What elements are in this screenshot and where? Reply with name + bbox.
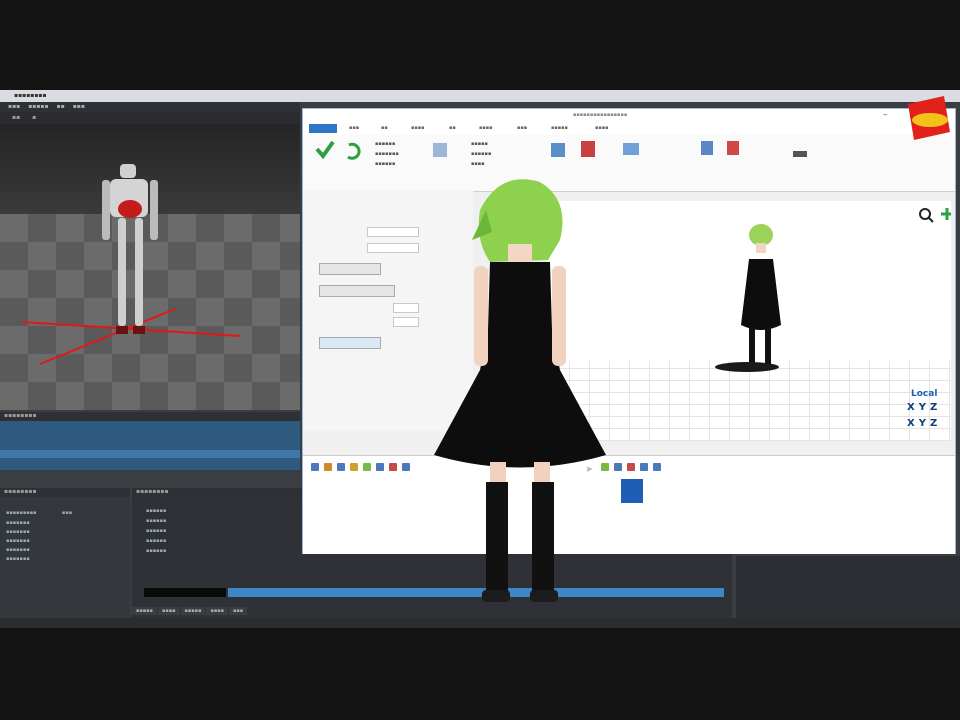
property-field[interactable] <box>367 243 419 253</box>
ribbon-icon[interactable] <box>623 143 639 155</box>
ribbon-icon[interactable] <box>793 151 807 157</box>
axis-gizmo-row-1[interactable]: XYZ <box>907 402 941 413</box>
ribbon-toolbar[interactable]: ▪▪▪▪▪▪ ▪▪▪▪▪▪▪ ▪▪▪▪▪▪ ▪▪▪▪▪ ▪▪▪▪▪▪ ▪▪▪▪ <box>303 135 955 192</box>
list-item[interactable]: ▪▪▪▪▪▪ <box>146 538 166 544</box>
tab-5[interactable]: ▪▪▪▪ <box>479 125 493 131</box>
ribbon-icon[interactable] <box>727 141 739 155</box>
property-field[interactable] <box>393 317 419 327</box>
property-field[interactable] <box>393 303 419 313</box>
refresh-icon[interactable] <box>347 142 361 160</box>
panel-button[interactable] <box>319 337 381 349</box>
robot-model[interactable] <box>102 164 158 334</box>
list-item[interactable]: ▪▪▪▪▪▪ <box>146 508 166 514</box>
tab-file[interactable] <box>309 124 337 133</box>
animation-app-toolbar[interactable]: ▪▪ ▪ <box>0 112 300 124</box>
list-item[interactable]: ▪▪▪▪▪▪ <box>146 518 166 524</box>
bottom-toolbar[interactable]: ▶ <box>311 463 951 475</box>
dock-tabs[interactable]: ▪▪▪▪▪ ▪▪▪▪ ▪▪▪▪▪ ▪▪▪▪ ▪▪▪ <box>132 606 372 616</box>
animation-app-titlebar: ▪▪▪▪▪▪▪▪ <box>0 90 960 102</box>
list-item[interactable]: ▪▪▪▪▪▪ <box>146 528 166 534</box>
timeline-track[interactable] <box>0 450 300 458</box>
foreground-character[interactable] <box>420 170 620 620</box>
check-icon[interactable] <box>315 140 335 160</box>
list-item[interactable]: ▪▪▪▪▪▪▪ <box>6 538 30 544</box>
axis-gizmo-row-2[interactable]: XYZ <box>907 418 941 429</box>
panel-button[interactable] <box>319 285 395 297</box>
tab-7[interactable]: ▪▪▪▪▪ <box>551 125 568 131</box>
viewport-3d[interactable] <box>0 124 300 410</box>
motion-list-panel[interactable]: ▪▪▪▪▪▪▪▪ ▪▪▪▪▪▪▪▪▪ ▪▪▪ ▪▪▪▪▪▪▪ ▪▪▪▪▪▪▪ ▪… <box>0 488 130 618</box>
viewport-character[interactable] <box>715 224 781 372</box>
mmd-titlebar: ▪▪▪▪▪▪▪▪▪▪▪▪▪▪▪▪ – ▢ × <box>303 109 955 123</box>
timeline-header: ▪▪▪▪▪▪▪▪ <box>0 412 300 421</box>
local-mode-label[interactable]: Local <box>911 389 937 399</box>
mmd-title-text: ▪▪▪▪▪▪▪▪▪▪▪▪▪▪▪▪ <box>573 112 628 118</box>
axis-line-x <box>21 321 241 337</box>
tab-3[interactable]: ▪▪▪▪ <box>411 125 425 131</box>
list-item[interactable]: ▪▪▪▪▪▪▪ <box>6 520 30 526</box>
ribbon-icon[interactable] <box>433 143 447 157</box>
ribbon-icon[interactable] <box>581 141 595 157</box>
ribbon-icon[interactable] <box>551 143 565 157</box>
tab-4[interactable]: ▪▪ <box>449 125 456 131</box>
list-item[interactable]: ▪▪▪▪▪▪▪▪▪ ▪▪▪ <box>6 510 72 516</box>
scene-overlay <box>21 164 241 365</box>
mmd-window: ▪▪▪▪▪▪▪▪▪▪▪▪▪▪▪▪ – ▢ × ▪▪▪ ▪▪ ▪▪▪▪ ▪▪ ▪▪… <box>302 108 956 554</box>
app-title-text: ▪▪▪▪▪▪▪▪ <box>14 92 47 99</box>
selected-tool-button[interactable] <box>621 479 643 503</box>
tab-8[interactable]: ▪▪▪▪ <box>595 125 609 131</box>
ribbon-icon[interactable] <box>701 141 713 155</box>
panel-button[interactable] <box>319 263 381 275</box>
timeline-panel[interactable]: ▪▪▪▪▪▪▪▪ <box>0 412 300 470</box>
search-icon[interactable] <box>919 208 931 220</box>
ribbon-tabs[interactable]: ▪▪▪ ▪▪ ▪▪▪▪ ▪▪ ▪▪▪▪ ▪▪▪ ▪▪▪▪▪ ▪▪▪▪ <box>303 123 955 135</box>
property-field[interactable] <box>367 227 419 237</box>
animation-app-menubar[interactable]: ▪▪▪ ▪▪▪▪▪ ▪▪ ▪▪▪ <box>0 102 300 112</box>
list-item[interactable]: ▪▪▪▪▪▪▪ <box>6 529 30 535</box>
minimize-button[interactable]: – <box>883 110 888 120</box>
tab-2[interactable]: ▪▪ <box>381 125 388 131</box>
tab-1[interactable]: ▪▪▪ <box>349 125 359 131</box>
properties-panel[interactable] <box>736 556 960 618</box>
axis-line-z <box>39 308 176 365</box>
progress-bar-track-dark <box>144 588 226 597</box>
list-item[interactable]: ▪▪▪▪▪▪▪ <box>6 547 30 553</box>
channel-logo <box>908 96 950 140</box>
list-item[interactable]: ▪▪▪▪▪▪ <box>146 548 166 554</box>
tab-6[interactable]: ▪▪▪ <box>517 125 527 131</box>
list-item[interactable]: ▪▪▪▪▪▪▪ <box>6 556 30 562</box>
plus-icon[interactable] <box>941 208 951 220</box>
